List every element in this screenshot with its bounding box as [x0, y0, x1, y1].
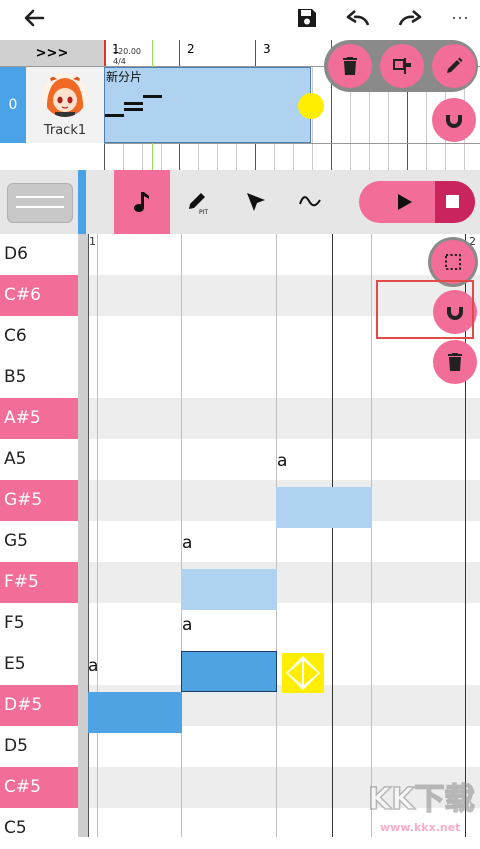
delete-clip-button[interactable] — [328, 44, 372, 88]
note-block-selected[interactable] — [181, 651, 277, 692]
track-number-label: 0 — [8, 97, 18, 113]
piano-key[interactable]: G5 — [0, 521, 78, 562]
pitch-tool-button[interactable]: PIT — [176, 170, 222, 234]
highlight-box — [376, 280, 474, 339]
more-menu-icon[interactable] — [448, 0, 472, 36]
vibrato-tool-button[interactable] — [288, 170, 334, 234]
piano-key[interactable]: D6 — [0, 234, 78, 275]
ruler-start-marker — [104, 40, 106, 66]
tempo-label: 120.00 — [113, 47, 141, 56]
clip-name: 新分片 — [106, 70, 143, 84]
delete-note-button[interactable] — [433, 340, 477, 384]
diamond-arrows-icon — [286, 656, 320, 690]
svg-text:KK下载: KK下载 — [368, 782, 475, 817]
editor-toolbar: PIT — [0, 170, 480, 234]
panel-handle-line — [16, 206, 64, 208]
split-clip-button[interactable] — [380, 44, 424, 88]
watermark-url: www.kkx.net — [380, 821, 461, 834]
edit-clip-button[interactable] — [432, 44, 476, 88]
piano-key[interactable]: D#5 — [0, 685, 78, 726]
track-avatar — [43, 73, 87, 117]
redo-icon[interactable] — [394, 0, 426, 36]
note-block[interactable] — [88, 692, 182, 733]
top-app-bar — [0, 0, 480, 40]
note-lyric[interactable]: a — [182, 533, 192, 553]
clip-note-preview — [124, 108, 143, 111]
music-note-icon — [134, 192, 149, 212]
arrangement-grid[interactable]: 新分片 — [104, 40, 480, 170]
piano-key[interactable]: F#5 — [0, 562, 78, 603]
piano-key[interactable]: C6 — [0, 316, 78, 357]
piano-key[interactable]: C#6 — [0, 275, 78, 316]
track-number[interactable]: 0 — [0, 67, 26, 143]
track-header[interactable]: Track1 — [26, 67, 104, 143]
toggle-panel-button[interactable] — [7, 183, 73, 223]
play-icon — [398, 194, 412, 210]
pencil-pit-icon: PIT — [189, 193, 208, 216]
piano-key[interactable]: A5 — [0, 439, 78, 480]
back-arrow-icon[interactable] — [20, 0, 48, 36]
track-list-expand-button[interactable]: >>> — [0, 40, 104, 67]
note-resize-handle[interactable] — [282, 653, 324, 693]
cursor-arrow-icon — [247, 193, 265, 211]
piano-key[interactable]: E5 — [0, 644, 78, 685]
piano-key[interactable]: G#5 — [0, 480, 78, 521]
clip-note-preview — [143, 95, 162, 98]
playback-control — [359, 181, 475, 223]
piano-key[interactable]: D5 — [0, 726, 78, 767]
svg-text:PIT: PIT — [199, 209, 208, 216]
track-list-empty-area — [0, 143, 104, 170]
wave-icon — [299, 196, 321, 207]
note-lyric[interactable]: a — [88, 656, 98, 676]
note-lyric[interactable]: a — [277, 451, 287, 471]
track-name: Track1 — [43, 123, 87, 138]
note-block[interactable] — [276, 487, 372, 528]
clip-resize-handle[interactable] — [298, 93, 324, 119]
clip[interactable]: 新分片 — [104, 67, 311, 143]
kk-logo: KK下载 — [367, 781, 475, 818]
watermark: KK下载 www.kkx.net — [364, 775, 480, 837]
time-signature-label: 4/4 — [113, 57, 126, 66]
magnet-snap-button[interactable] — [432, 98, 476, 142]
select-tool-button[interactable] — [232, 170, 278, 234]
dotted-square-icon — [445, 254, 461, 270]
clip-note-preview — [124, 102, 143, 105]
piano-key[interactable]: B5 — [0, 357, 78, 398]
stop-icon — [446, 195, 459, 208]
note-tool-button[interactable] — [114, 170, 170, 234]
piano-key[interactable]: A#5 — [0, 398, 78, 439]
play-button[interactable] — [379, 181, 435, 223]
note-block[interactable] — [181, 569, 277, 610]
note-lyric[interactable]: a — [182, 615, 192, 635]
trash-icon — [448, 353, 462, 371]
piano-key[interactable]: C5 — [0, 808, 78, 849]
scroll-edge — [78, 234, 88, 837]
expand-label: >>> — [35, 45, 69, 61]
piano-key[interactable]: C#5 — [0, 767, 78, 808]
measure-label: 3 — [263, 42, 271, 56]
piano-keyboard[interactable]: D6 C#6 C6 B5 A#5 A5 G#5 G5 F#5 F5 E5 D#5… — [0, 234, 78, 849]
piano-key[interactable]: F5 — [0, 603, 78, 644]
measure-label: 1 — [89, 235, 96, 248]
save-icon[interactable] — [292, 0, 322, 36]
select-area-button[interactable] — [431, 240, 475, 284]
panel-handle-line — [16, 196, 64, 198]
track-color-strip — [78, 170, 86, 234]
stop-button[interactable] — [435, 181, 475, 223]
piano-roll-grid[interactable]: 1 2 a a a a KK下载 www.kkx.net — [78, 234, 480, 837]
undo-icon[interactable] — [342, 0, 374, 36]
clip-note-preview — [105, 114, 124, 117]
measure-label: 2 — [187, 42, 195, 56]
